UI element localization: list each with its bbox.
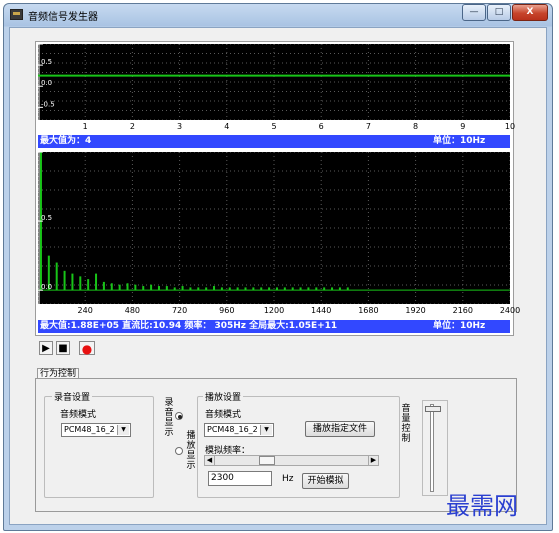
waveform-unit: 单位：10Hz xyxy=(433,136,486,146)
waveform-x-tick-label: 3 xyxy=(177,122,183,131)
spectrum-status-bar: 最大值:1.88E+05 直流比:10.94 频率： 305Hz 全局最大:1.… xyxy=(38,320,510,333)
record-display-label: 录音显示 xyxy=(164,398,174,438)
waveform-x-tick-label: 10 xyxy=(504,122,516,131)
spectrum-y-tick-label: 1.0 xyxy=(41,152,52,153)
spectrum-x-axis: 240 480 720 960 1200 1440 1680 1920 2160 2400 xyxy=(38,304,521,318)
app-icon xyxy=(10,9,23,20)
spectrum-x-tick-label: 1200 xyxy=(263,306,285,315)
play-button[interactable]: ▶ xyxy=(39,341,53,355)
play-mode-select[interactable]: PCM48_16_2 ▼ xyxy=(204,423,274,437)
spectrum-x-tick-label: 2400 xyxy=(499,306,521,315)
spectrum-x-tick-label: 480 xyxy=(124,306,141,315)
slider-thumb[interactable] xyxy=(259,456,275,465)
watermark: 最需网 xyxy=(446,492,518,520)
spectrum-x-tick-label: 720 xyxy=(171,306,188,315)
slider-right-arrow-icon[interactable]: ▶ xyxy=(368,456,378,465)
chevron-down-icon: ▼ xyxy=(260,425,272,435)
window-title: 音频信号发生器 xyxy=(28,12,98,23)
slider-left-arrow-icon[interactable]: ◀ xyxy=(205,456,215,465)
play-mode-value: PCM48_16_2 xyxy=(207,425,258,434)
play-display-radio[interactable] xyxy=(175,447,183,455)
waveform-y-tick-label: 0.0 xyxy=(41,79,52,87)
close-button[interactable]: X xyxy=(512,4,548,21)
waveform-status-bar: 最大值为：4 单位：10Hz xyxy=(38,135,510,148)
spectrum-x-tick-label: 1680 xyxy=(358,306,379,315)
spectrum-x-tick-label: 240 xyxy=(77,306,93,315)
record-display-radio[interactable] xyxy=(175,412,183,420)
start-simulation-button[interactable]: 开始模拟 xyxy=(302,473,349,489)
waveform-y-tick-label: 1.0 xyxy=(41,44,52,45)
play-file-button[interactable]: 播放指定文件 xyxy=(305,421,375,437)
spectrum-x-tick-label: 2160 xyxy=(452,306,473,315)
waveform-x-tick-label: 7 xyxy=(365,122,371,131)
waveform-plot: 1.0 0.5 0.0 -0.5 xyxy=(38,44,510,120)
chevron-down-icon: ▼ xyxy=(117,425,129,435)
spectrum-x-tick-label: 1920 xyxy=(405,306,426,315)
record-mode-value: PCM48_16_2 xyxy=(64,425,115,434)
volume-slider-track[interactable] xyxy=(430,404,434,492)
spectrum-stats: 最大值:1.88E+05 直流比:10.94 频率： 305Hz 全局最大:1.… xyxy=(40,321,338,331)
minimize-button[interactable]: — xyxy=(462,4,486,21)
waveform-x-tick-label: 1 xyxy=(82,122,88,131)
spectrum-plot: 1.00.50.0-0.5 xyxy=(38,152,510,304)
record-settings-title: 录音设置 xyxy=(52,390,93,403)
play-mode-label: 音频模式 xyxy=(205,410,242,420)
waveform-x-tick-label: 6 xyxy=(318,122,324,131)
waveform-x-tick-label: 4 xyxy=(224,122,230,131)
radio-selected-dot xyxy=(178,415,182,419)
waveform-x-tick-label: 8 xyxy=(413,122,419,131)
spectrum-x-tick-label: 960 xyxy=(219,306,235,315)
spectrum-y-tick-label: 0.0 xyxy=(41,283,52,291)
frequency-input[interactable]: 2300 xyxy=(208,471,272,486)
volume-slider-thumb[interactable] xyxy=(425,406,441,412)
volume-control-group xyxy=(422,400,448,496)
stop-button[interactable]: ■ xyxy=(56,341,70,355)
waveform-x-axis: 1 2 3 4 5 6 7 8 9 10 xyxy=(38,120,515,134)
volume-label: 音量控制 xyxy=(401,404,411,444)
spectrum-x-tick-label: 1440 xyxy=(311,306,332,315)
record-button[interactable]: ● xyxy=(79,341,95,356)
waveform-x-tick-label: 5 xyxy=(271,122,277,131)
maximize-button[interactable]: □ xyxy=(487,4,511,21)
spectrum-unit: 单位：10Hz xyxy=(433,321,486,331)
play-settings-title: 播放设置 xyxy=(203,390,244,403)
waveform-max-value: 最大值为：4 xyxy=(40,136,92,146)
spectrum-y-tick-label: 0.5 xyxy=(41,214,52,222)
frequency-slider[interactable]: ◀ ▶ xyxy=(204,455,379,466)
waveform-y-tick-label: 0.5 xyxy=(41,58,52,66)
frequency-unit: Hz xyxy=(282,474,294,484)
waveform-x-tick-label: 2 xyxy=(129,122,135,131)
waveform-x-tick-label: 9 xyxy=(460,122,466,131)
record-mode-select[interactable]: PCM48_16_2 ▼ xyxy=(61,423,131,437)
record-mode-label: 音频模式 xyxy=(60,410,97,420)
waveform-y-tick-label: -0.5 xyxy=(41,100,55,108)
play-display-label: 播放显示 xyxy=(186,431,196,471)
